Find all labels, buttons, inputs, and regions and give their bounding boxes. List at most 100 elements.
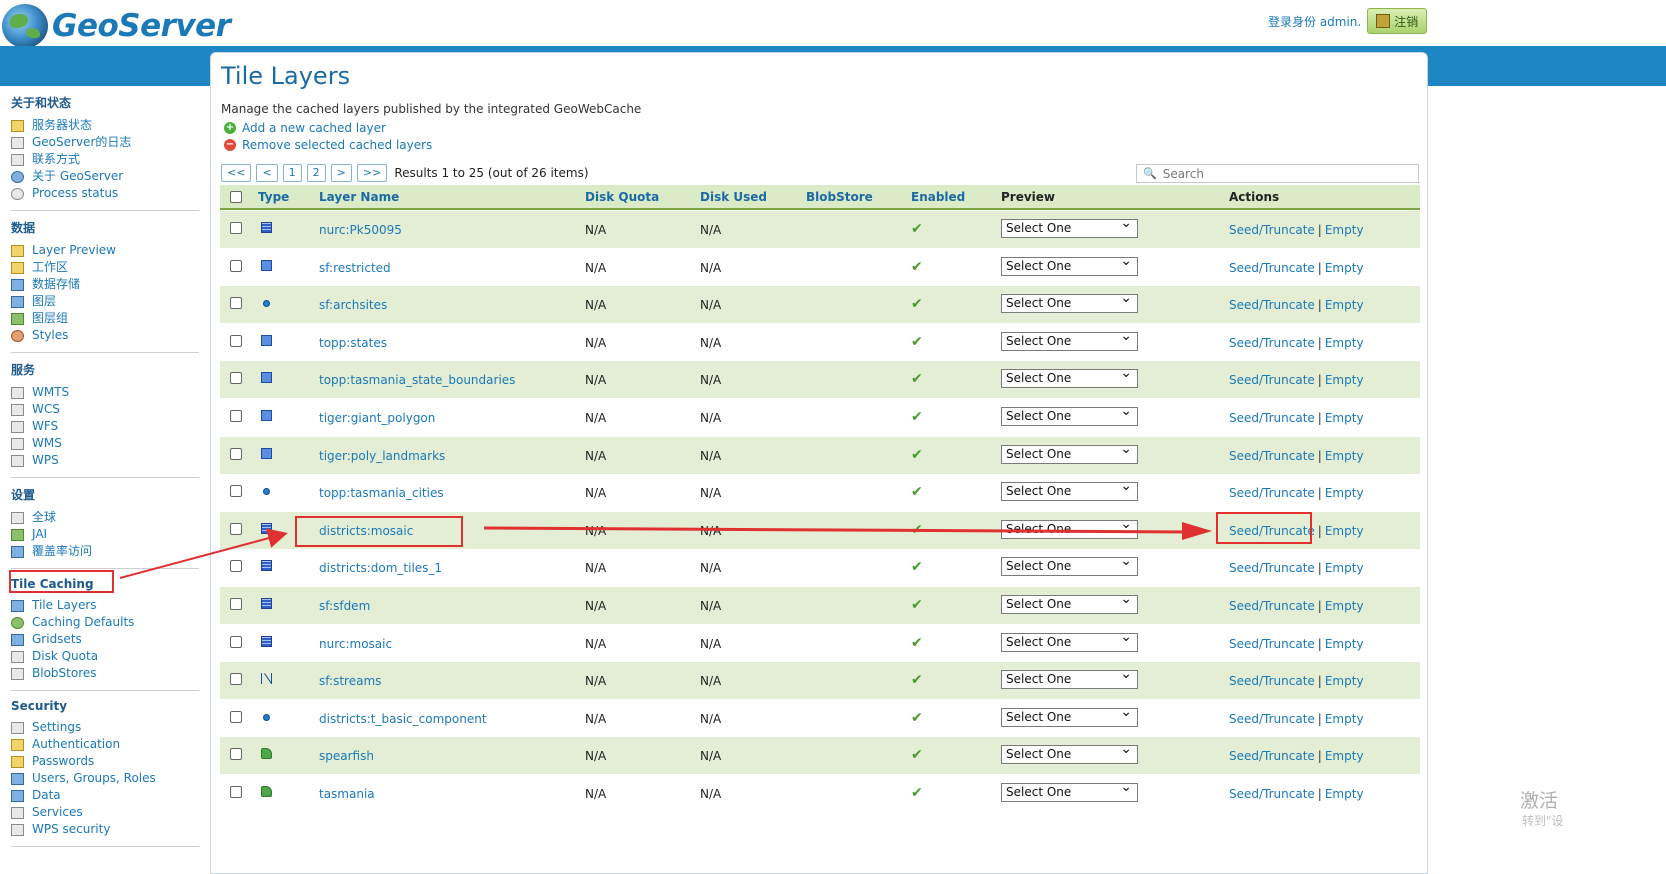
col-disk-quota[interactable]: Disk Quota — [585, 190, 659, 204]
empty-link[interactable]: Empty — [1325, 373, 1364, 387]
empty-link[interactable]: Empty — [1325, 223, 1364, 237]
row-checkbox[interactable] — [230, 259, 242, 272]
sidebar-item[interactable]: 全球 — [11, 509, 199, 526]
preview-select[interactable]: Select One — [1001, 403, 1138, 426]
row-checkbox[interactable] — [230, 635, 242, 648]
preview-select[interactable]: Select One — [1001, 215, 1138, 238]
layer-name-link[interactable]: tiger:poly_landmarks — [319, 449, 445, 463]
empty-link[interactable]: Empty — [1325, 524, 1364, 538]
layer-name-link[interactable]: sf:archsites — [319, 298, 387, 312]
layer-name-link[interactable]: sf:restricted — [319, 261, 391, 275]
sidebar-item[interactable]: Tile Layers — [11, 597, 199, 614]
sidebar-item[interactable]: WCS — [11, 401, 199, 418]
empty-link[interactable]: Empty — [1325, 298, 1364, 312]
empty-link[interactable]: Empty — [1325, 599, 1364, 613]
col-layer-name[interactable]: Layer Name — [319, 190, 399, 204]
pager-next[interactable]: > — [330, 164, 352, 182]
layer-name-link[interactable]: districts:dom_tiles_1 — [319, 561, 442, 575]
seed-truncate-link[interactable]: Seed/Truncate — [1229, 261, 1315, 275]
sidebar-item[interactable]: 图层 — [11, 293, 199, 310]
empty-link[interactable]: Empty — [1325, 749, 1364, 763]
sidebar-item[interactable]: Process status — [11, 185, 199, 202]
layer-name-link[interactable]: topp:tasmania_cities — [319, 486, 444, 500]
sidebar-item[interactable]: 工作区 — [11, 259, 199, 276]
sidebar-item[interactable]: BlobStores — [11, 665, 199, 682]
layer-name-link[interactable]: nurc:Pk50095 — [319, 223, 402, 237]
seed-truncate-link[interactable]: Seed/Truncate — [1229, 411, 1315, 425]
pager-page-2[interactable]: 2 — [306, 164, 326, 182]
sidebar-item[interactable]: 图层组 — [11, 310, 199, 327]
pager-prev[interactable]: < — [256, 164, 278, 182]
row-checkbox[interactable] — [230, 598, 242, 610]
seed-truncate-link[interactable]: Seed/Truncate — [1229, 486, 1315, 500]
seed-truncate-link[interactable]: Seed/Truncate — [1229, 449, 1315, 463]
layer-name-link[interactable]: tasmania — [319, 787, 375, 801]
seed-truncate-link[interactable]: Seed/Truncate — [1229, 712, 1315, 726]
empty-link[interactable]: Empty — [1325, 561, 1364, 575]
row-checkbox[interactable] — [230, 222, 242, 234]
col-disk-used[interactable]: Disk Used — [700, 190, 767, 204]
sidebar-item[interactable]: Users, Groups, Roles — [11, 770, 199, 787]
sidebar-item[interactable]: WMTS — [11, 384, 199, 401]
seed-truncate-link[interactable]: Seed/Truncate — [1229, 298, 1315, 312]
preview-select[interactable]: Select One — [1001, 365, 1138, 389]
preview-select[interactable]: Select One — [1001, 779, 1138, 802]
seed-truncate-link[interactable]: Seed/Truncate — [1229, 674, 1315, 688]
preview-select[interactable]: Select One — [1001, 441, 1138, 464]
sidebar-item[interactable]: Styles — [11, 327, 199, 344]
empty-link[interactable]: Empty — [1325, 449, 1364, 463]
sidebar-item[interactable]: Passwords — [11, 753, 199, 770]
preview-select[interactable]: Select One — [1001, 741, 1138, 765]
layer-name-link[interactable]: districts:t_basic_component — [319, 712, 487, 726]
preview-select[interactable]: Select One — [1001, 704, 1138, 727]
seed-truncate-link[interactable]: Seed/Truncate — [1229, 637, 1315, 651]
row-checkbox[interactable] — [230, 710, 242, 723]
sidebar-item[interactable]: JAI — [11, 526, 199, 543]
sidebar-item[interactable]: Settings — [11, 719, 199, 736]
sidebar-item[interactable]: Disk Quota — [11, 648, 199, 665]
sidebar-item[interactable]: Layer Preview — [11, 242, 199, 259]
empty-link[interactable]: Empty — [1325, 637, 1364, 651]
row-checkbox[interactable] — [230, 372, 242, 385]
pager-page-1[interactable]: 1 — [282, 164, 302, 182]
empty-link[interactable]: Empty — [1325, 336, 1364, 350]
preview-select[interactable]: Select One — [1001, 629, 1138, 652]
seed-truncate-link[interactable]: Seed/Truncate — [1229, 336, 1315, 350]
remove-cached-layers-link[interactable]: − Remove selected cached layers — [224, 138, 432, 152]
layer-name-link[interactable]: sf:sfdem — [319, 599, 370, 613]
sidebar-item[interactable]: 覆盖率访问 — [11, 543, 199, 560]
seed-truncate-link[interactable]: Seed/Truncate — [1229, 223, 1315, 237]
sidebar-item[interactable]: WPS security — [11, 821, 199, 838]
row-checkbox[interactable] — [230, 560, 242, 573]
col-blobstore[interactable]: BlobStore — [806, 190, 873, 204]
sidebar-item[interactable]: WFS — [11, 418, 199, 435]
row-checkbox[interactable] — [230, 786, 242, 798]
seed-truncate-link[interactable]: Seed/Truncate — [1229, 787, 1315, 801]
seed-truncate-link[interactable]: Seed/Truncate — [1229, 749, 1315, 763]
sidebar-item[interactable]: 服务器状态 — [11, 117, 199, 134]
sidebar-item[interactable]: Data — [11, 787, 199, 804]
row-checkbox[interactable] — [230, 447, 242, 460]
layer-name-link[interactable]: spearfish — [319, 749, 374, 763]
row-checkbox[interactable] — [230, 673, 242, 686]
layer-name-link[interactable]: nurc:mosaic — [319, 637, 392, 651]
layer-name-link[interactable]: topp:states — [319, 336, 387, 350]
preview-select[interactable]: Select One — [1001, 666, 1138, 690]
sidebar-item[interactable]: Gridsets — [11, 631, 199, 648]
select-all-checkbox[interactable] — [230, 191, 242, 203]
preview-select[interactable]: Select One — [1001, 328, 1138, 351]
row-checkbox[interactable] — [230, 410, 242, 422]
pager-first[interactable]: << — [221, 164, 252, 182]
preview-select[interactable]: Select One — [1001, 516, 1138, 539]
layer-name-link[interactable]: tiger:giant_polygon — [319, 411, 435, 425]
sidebar-item[interactable]: WPS — [11, 452, 199, 469]
sidebar-item[interactable]: WMS — [11, 435, 199, 452]
empty-link[interactable]: Empty — [1325, 411, 1364, 425]
row-checkbox[interactable] — [230, 522, 242, 535]
empty-link[interactable]: Empty — [1325, 712, 1364, 726]
seed-truncate-link[interactable]: Seed/Truncate — [1229, 561, 1315, 575]
sidebar-item[interactable]: Caching Defaults — [11, 614, 199, 631]
preview-select[interactable]: Select One — [1001, 253, 1138, 276]
search-input[interactable]: 🔍 Search — [1136, 164, 1419, 183]
empty-link[interactable]: Empty — [1325, 787, 1364, 801]
